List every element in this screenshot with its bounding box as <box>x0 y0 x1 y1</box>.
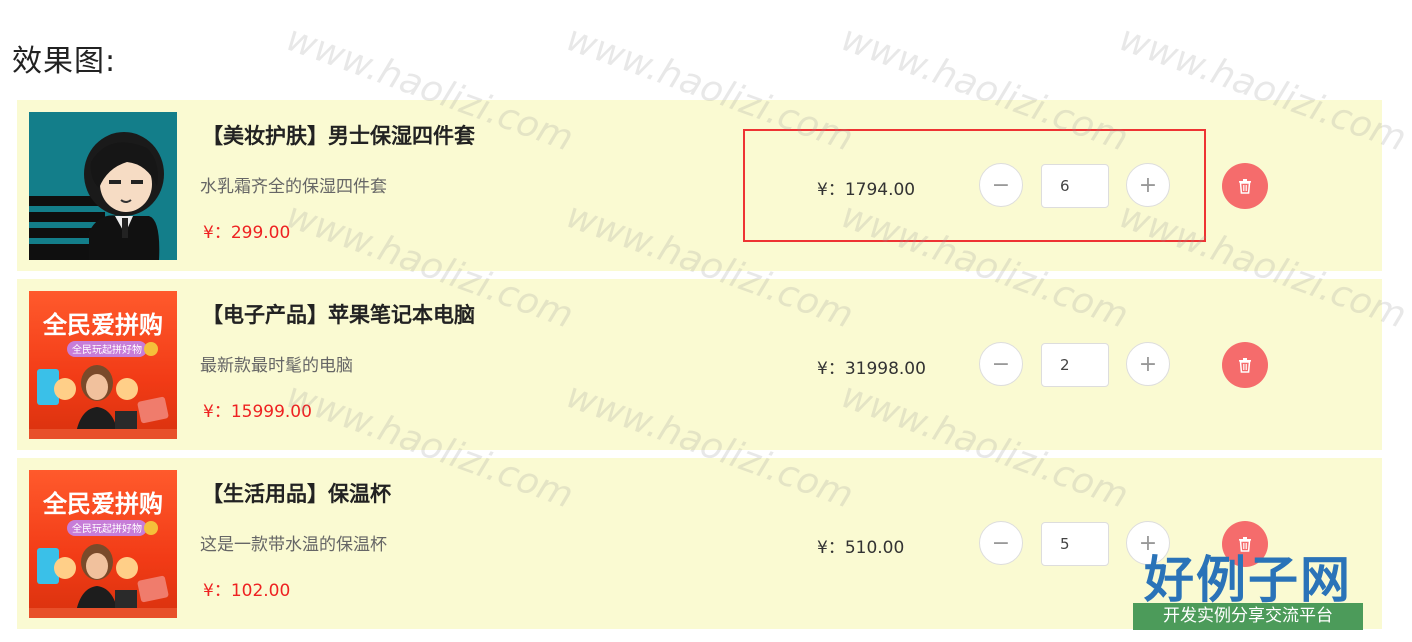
page-title: 效果图: <box>12 44 117 79</box>
cartoon-man-icon <box>29 132 164 260</box>
increase-quantity-button[interactable]: + <box>1126 342 1170 386</box>
plus-icon: + <box>1138 351 1158 377</box>
unit-price: ¥：299.00 <box>203 223 291 243</box>
decrease-quantity-button[interactable]: − <box>979 342 1023 386</box>
product-thumbnail[interactable]: 全民爱拼购 全民玩起拼好物 <box>29 291 177 439</box>
decrease-quantity-button[interactable]: − <box>979 521 1023 565</box>
item-subtotal: ¥：31998.00 <box>817 359 926 379</box>
product-name: 【生活用品】保温杯 <box>202 482 391 506</box>
brand-logo: 好例子网 开发实例分享交流平台 <box>1133 540 1363 632</box>
brand-slogan: 开发实例分享交流平台 <box>1133 603 1363 630</box>
trash-icon <box>1239 358 1251 373</box>
item-subtotal: ¥：510.00 <box>817 538 905 558</box>
product-thumbnail[interactable]: 全民爱拼购 全民玩起拼好物 <box>29 470 177 618</box>
product-description: 水乳霜齐全的保湿四件套 <box>200 177 387 197</box>
delete-item-button[interactable] <box>1222 163 1268 209</box>
minus-icon: − <box>991 351 1011 377</box>
group-buy-promo-banner: 全民爱拼购 全民玩起拼好物 <box>29 490 177 618</box>
unit-price: ¥：102.00 <box>203 581 291 601</box>
delete-item-button[interactable] <box>1222 342 1268 388</box>
product-description: 这是一款带水温的保温杯 <box>200 535 387 555</box>
quantity-input[interactable] <box>1041 343 1109 387</box>
promo-headline: 全民爱拼购 <box>42 311 163 339</box>
product-name: 【美妆护肤】男士保湿四件套 <box>202 124 475 148</box>
product-name: 【电子产品】苹果笔记本电脑 <box>202 303 475 327</box>
product-thumbnail[interactable] <box>29 112 177 260</box>
promo-tagline: 全民玩起拼好物 <box>72 522 142 535</box>
group-buy-promo-banner: 全民爱拼购 全民玩起拼好物 <box>29 311 177 439</box>
quantity-input[interactable] <box>1041 522 1109 566</box>
promo-headline: 全民爱拼购 <box>42 490 163 518</box>
product-description: 最新款最时髦的电脑 <box>200 356 353 376</box>
promo-tagline: 全民玩起拼好物 <box>72 343 142 356</box>
brand-name: 好例子网 <box>1144 551 1352 609</box>
minus-icon: − <box>991 530 1011 556</box>
trash-icon <box>1239 179 1251 194</box>
